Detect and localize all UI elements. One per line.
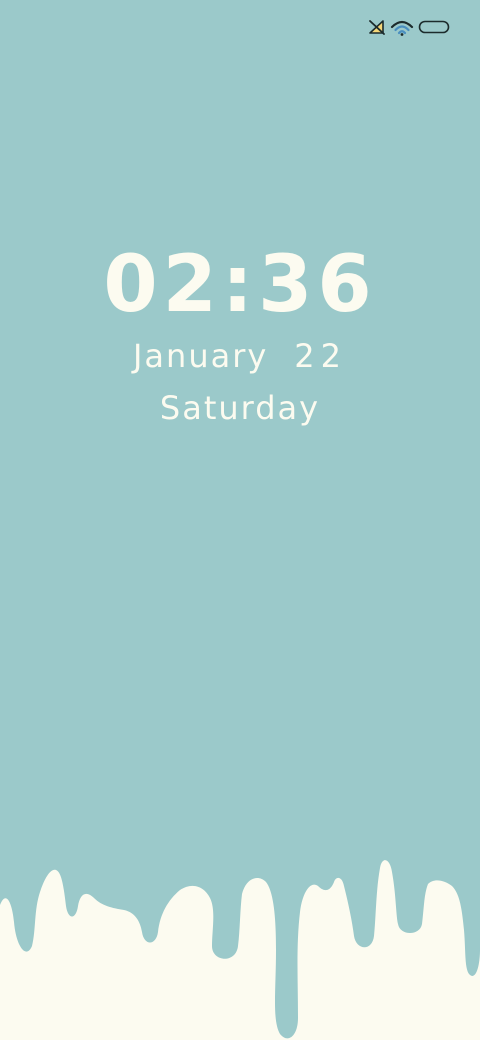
wifi-icon: [390, 20, 414, 36]
battery-icon: [418, 20, 450, 34]
lock-date-month: January: [132, 337, 269, 375]
lock-date: January 22: [0, 340, 480, 372]
status-bar: [368, 16, 450, 38]
lock-screen: 02:36 January 22 Saturday: [0, 0, 480, 1040]
lock-date-day: 22: [294, 337, 348, 375]
lock-weekday: Saturday: [159, 389, 321, 427]
no-signal-icon: [369, 20, 385, 35]
dripping-cream-decoration: [0, 860, 480, 1040]
lock-clock-time: 02:36: [103, 240, 377, 330]
